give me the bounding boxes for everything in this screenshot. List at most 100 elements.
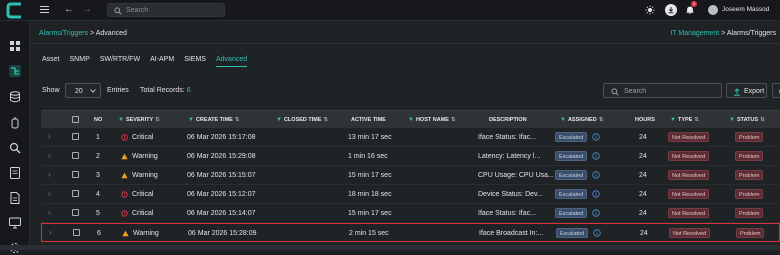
header-host-name[interactable]: ▼ HOST NAME ⇅	[408, 117, 456, 123]
row-checkbox[interactable]	[72, 190, 79, 197]
back-arrow-icon[interactable]: ←	[64, 4, 74, 16]
table-row[interactable]: › 1 Critical 06 Mar 2026 15:17:08 13 min 17 …	[41, 128, 780, 147]
export-button[interactable]: Export	[726, 83, 767, 98]
assigned-badge[interactable]: Escalated	[555, 132, 588, 142]
filter-icon[interactable]: ▼	[188, 117, 194, 123]
tab-asset[interactable]: Asset	[42, 56, 60, 67]
user-name[interactable]: Joseem Massod	[722, 6, 769, 13]
info-icon[interactable]	[592, 133, 600, 141]
type-badge: Not Resolved	[668, 151, 710, 161]
notification-count-badge: 1	[691, 1, 697, 7]
filter-icon[interactable]: ▼	[276, 117, 282, 123]
total-records-value: 6	[186, 87, 191, 94]
status-badge: Problem	[735, 208, 764, 218]
menu-toggle-icon[interactable]	[40, 6, 49, 14]
filter-icon[interactable]: ▼	[118, 117, 124, 123]
info-icon[interactable]	[593, 229, 601, 237]
page-size-select[interactable]: 20	[65, 83, 101, 98]
assigned-badge[interactable]: Escalated	[555, 170, 588, 180]
filter-icon[interactable]: ▼	[408, 117, 414, 123]
cell-severity: Warning	[133, 230, 159, 237]
breadcrumb-section-link[interactable]: Alarms/Triggers	[39, 30, 88, 37]
tab-ai-apm[interactable]: AI-APM	[150, 56, 174, 67]
total-records: Total Records: 6	[140, 87, 191, 94]
theme-toggle-icon[interactable]	[644, 4, 656, 16]
cell-description: Latency: Latency l...	[478, 153, 541, 160]
document-icon[interactable]	[8, 191, 22, 205]
global-search-input[interactable]: Search	[107, 3, 225, 17]
table-row[interactable]: › 6 Warning 06 Mar 2026 15:28:09 2 min 15 se…	[41, 223, 780, 242]
download-icon[interactable]	[665, 4, 677, 16]
expand-row-icon[interactable]: ›	[49, 228, 52, 237]
row-checkbox[interactable]	[73, 229, 80, 236]
table-search-input[interactable]: Search	[603, 83, 722, 98]
tab-snmp[interactable]: SNMP	[70, 56, 90, 67]
dashboard-icon[interactable]	[8, 39, 22, 53]
header-status[interactable]: ▼ STATUS ⇅	[729, 117, 765, 123]
table-row[interactable]: › 3 Warning 06 Mar 2026 15:15:07 15 min 17 s…	[41, 166, 780, 185]
cell-create-time: 06 Mar 2026 15:14:07	[187, 210, 256, 217]
report-icon[interactable]	[8, 166, 22, 180]
expand-row-icon[interactable]: ›	[48, 132, 51, 141]
alarms-table: NO ▼ SEVERITY ⇅ ▼ CREATE TIME ⇅ ▼ CLOSED TIME…	[41, 110, 780, 242]
expand-row-icon[interactable]: ›	[48, 151, 51, 160]
forward-arrow-icon[interactable]: →	[82, 4, 92, 16]
show-label: Show	[42, 87, 60, 94]
app-logo[interactable]	[6, 2, 24, 19]
info-icon[interactable]	[592, 171, 600, 179]
cell-description: Device Status: Dev...	[478, 191, 543, 198]
breadcrumb-right-section-link[interactable]: IT Management	[670, 30, 719, 37]
cell-description: CPU Usage: CPU Usa...	[478, 172, 554, 179]
database-icon[interactable]	[8, 90, 22, 104]
cell-no: 4	[96, 191, 100, 198]
tab-sw-rtr-fw[interactable]: SW/RTR/FW	[100, 56, 140, 67]
header-hours: HOURS	[635, 117, 655, 123]
expand-row-icon[interactable]: ›	[48, 189, 51, 198]
sidebar	[0, 21, 30, 253]
sort-icon: ⇅	[694, 117, 699, 123]
info-icon[interactable]	[592, 152, 600, 160]
info-icon[interactable]	[592, 190, 600, 198]
expand-row-icon[interactable]: ›	[48, 170, 51, 179]
expand-row-icon[interactable]: ›	[48, 208, 51, 217]
type-badge: Not Resolved	[668, 170, 710, 180]
monitor-icon[interactable]	[8, 216, 22, 230]
status-badge: Problem	[736, 228, 765, 238]
status-badge: Problem	[735, 151, 764, 161]
header-type[interactable]: ▼ TYPE ⇅	[670, 117, 699, 123]
table-row[interactable]: › 5 Critical 06 Mar 2026 15:14:07 15 min 17 …	[41, 204, 780, 223]
cell-description: Iface Status: Ifac...	[478, 134, 536, 141]
tab-advanced[interactable]: Advanced	[215, 56, 248, 67]
select-all-checkbox[interactable]	[72, 116, 79, 123]
cell-hours: 24	[639, 172, 647, 179]
device-icon[interactable]	[8, 116, 22, 130]
cell-severity: Warning	[132, 172, 158, 179]
info-icon[interactable]	[592, 209, 600, 217]
refresh-button[interactable]	[772, 83, 780, 98]
row-checkbox[interactable]	[72, 209, 79, 216]
user-avatar[interactable]	[708, 5, 718, 15]
filter-icon[interactable]: ▼	[729, 117, 735, 123]
table-row[interactable]: › 4 Critical 06 Mar 2026 15:12:07 18 min 18 …	[41, 185, 780, 204]
cell-description: Iface Status: Ifac...	[478, 210, 536, 217]
assigned-badge[interactable]: Escalated	[556, 228, 589, 238]
tab-siems[interactable]: SIEMS	[184, 56, 206, 67]
breadcrumb: Alarms/Triggers > Advanced	[39, 30, 127, 37]
filter-icon[interactable]: ▼	[560, 117, 566, 123]
header-assigned[interactable]: ▼ ASSIGNED ⇅	[560, 117, 603, 123]
network-icon[interactable]	[8, 64, 22, 78]
magnifier-icon[interactable]	[8, 141, 22, 155]
header-closed-time[interactable]: ▼ CLOSED TIME ⇅	[276, 117, 328, 123]
table-row[interactable]: › 2 Warning 06 Mar 2026 15:29:08 1 min 16 se…	[41, 147, 780, 166]
assigned-badge[interactable]: Escalated	[555, 151, 588, 161]
filter-icon[interactable]: ▼	[670, 117, 676, 123]
cell-description: Iface Broadcast In:...	[479, 230, 544, 237]
assigned-badge[interactable]: Escalated	[555, 208, 588, 218]
header-create-time[interactable]: ▼ CREATE TIME ⇅	[188, 117, 239, 123]
row-checkbox[interactable]	[72, 171, 79, 178]
row-checkbox[interactable]	[72, 152, 79, 159]
horizontal-scrollbar[interactable]	[0, 245, 780, 250]
assigned-badge[interactable]: Escalated	[555, 189, 588, 199]
row-checkbox[interactable]	[72, 133, 79, 140]
header-severity[interactable]: ▼ SEVERITY ⇅	[118, 117, 160, 123]
